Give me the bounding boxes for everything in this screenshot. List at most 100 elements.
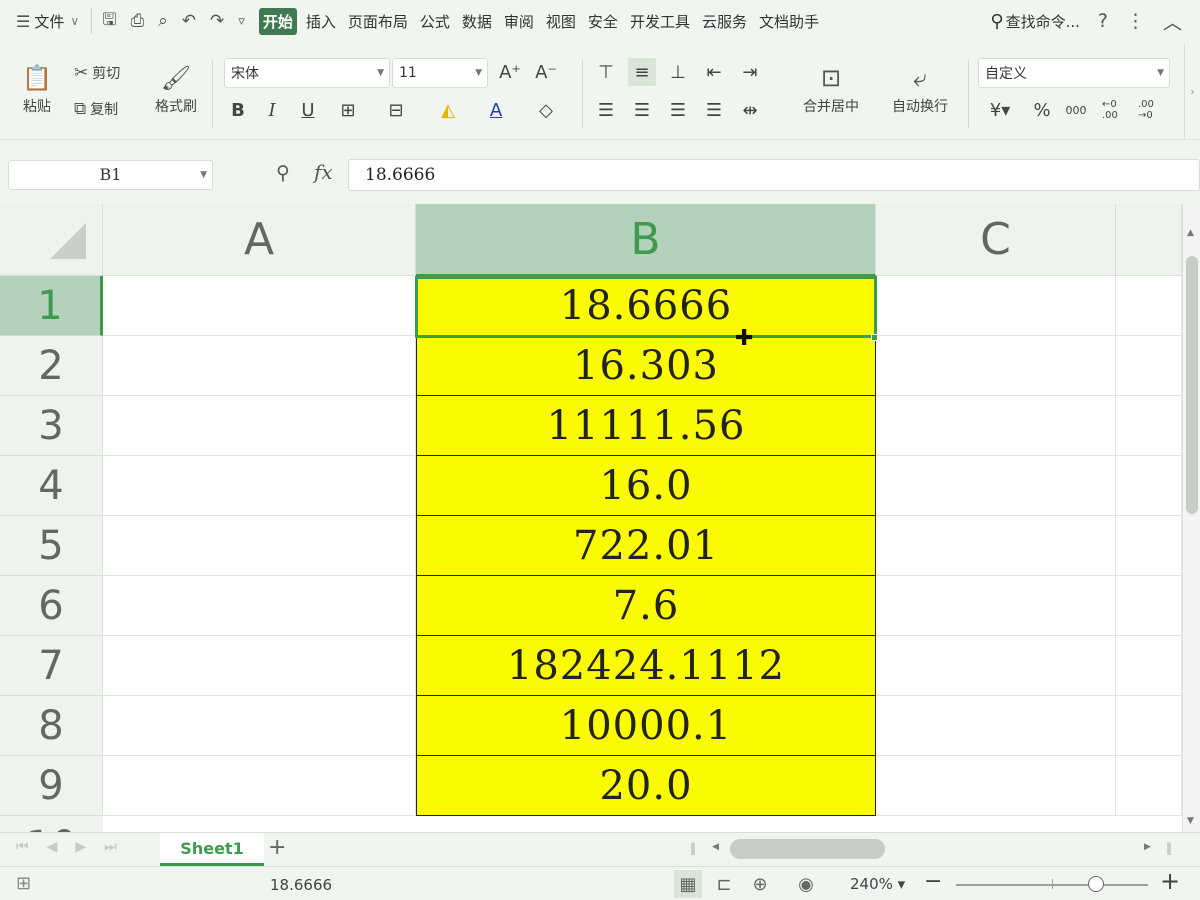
cell-a8[interactable] (103, 696, 416, 756)
cell-a3[interactable] (103, 396, 416, 456)
more-icon[interactable]: ⋮ (1126, 10, 1145, 32)
cell-d6[interactable] (1116, 576, 1182, 636)
row-header-2[interactable]: 2 (0, 336, 103, 396)
thousands-button[interactable]: 000 (1062, 96, 1090, 124)
align-left-icon[interactable]: ☰ (592, 96, 620, 124)
tab-cloud-services[interactable]: 云服务 (699, 9, 750, 34)
percent-button[interactable]: % (1028, 96, 1056, 124)
increase-indent-icon[interactable]: ⇥ (736, 58, 764, 86)
cell-b8[interactable]: 10000.1 (416, 696, 876, 756)
save-icon[interactable]: 🖫 (102, 7, 116, 36)
cell-b2[interactable]: 16.303 (416, 336, 876, 396)
shrink-font-button[interactable]: A⁻ (532, 58, 560, 86)
zoom-lookup-icon[interactable]: ⚲ (276, 162, 290, 184)
format-painter-button[interactable]: 🖌 格式刷 (148, 58, 204, 124)
wrap-text-button[interactable]: ⤶ 自动换行 (880, 58, 960, 124)
tab-developer[interactable]: 开发工具 (627, 9, 693, 34)
next-sheet-icon[interactable]: ▶ (75, 839, 86, 855)
align-bottom-icon[interactable]: ⊥ (664, 58, 692, 86)
clear-format-icon[interactable]: ◇ (532, 96, 560, 124)
cell-c7[interactable] (876, 636, 1116, 696)
copy-button[interactable]: ⧉ 复制 (74, 96, 118, 122)
font-color-icon[interactable]: A (482, 96, 510, 124)
align-top-icon[interactable]: ⊤ (592, 58, 620, 86)
number-format-select[interactable]: 自定义 ▼ (978, 58, 1170, 88)
cell-a9[interactable] (103, 756, 416, 816)
macro-record-icon[interactable]: ⊞ (16, 873, 31, 894)
cell-b6[interactable]: 7.6 (416, 576, 876, 636)
font-name-select[interactable]: 宋体 ▼ (224, 58, 390, 88)
zoom-slider-knob[interactable] (1088, 876, 1104, 892)
distributed-icon[interactable]: ⇹ (736, 96, 764, 124)
cell-a5[interactable] (103, 516, 416, 576)
scroll-right-icon[interactable]: ▶ (1144, 842, 1151, 852)
zoom-in-button[interactable]: + (1160, 867, 1180, 895)
tab-review[interactable]: 审阅 (501, 9, 537, 34)
cell-a6[interactable] (103, 576, 416, 636)
tab-doc-assistant[interactable]: 文档助手 (756, 9, 822, 34)
zoom-level[interactable]: 240% ▾ (850, 875, 905, 893)
cell-d2[interactable] (1116, 336, 1182, 396)
cell-c2[interactable] (876, 336, 1116, 396)
italic-button[interactable]: I (258, 96, 286, 124)
cell-c4[interactable] (876, 456, 1116, 516)
vertical-scroll-thumb[interactable] (1186, 256, 1198, 514)
customize-icon[interactable]: ▿ (238, 14, 245, 29)
column-header-b[interactable]: B (416, 204, 876, 276)
cell-d5[interactable] (1116, 516, 1182, 576)
cell-d3[interactable] (1116, 396, 1182, 456)
file-menu[interactable]: ☰ 文件 ∨ (16, 11, 79, 32)
cell-b7[interactable]: 182424.1112 (416, 636, 876, 696)
row-header-4[interactable]: 4 (0, 456, 103, 516)
print-preview-icon[interactable]: ⌕ (158, 11, 168, 31)
cell-b9[interactable]: 20.0 (416, 756, 876, 816)
tab-data[interactable]: 数据 (459, 9, 495, 34)
fill-color-icon[interactable]: ◭ (434, 96, 462, 124)
select-all-corner[interactable] (0, 204, 103, 276)
vertical-scrollbar[interactable]: ▲ ▼ (1182, 204, 1200, 832)
cell-a2[interactable] (103, 336, 416, 396)
sheet-tab-sheet1[interactable]: Sheet1 (160, 833, 264, 866)
last-sheet-icon[interactable]: ⏭ (104, 839, 117, 855)
row-header-7[interactable]: 7 (0, 636, 103, 696)
collapse-ribbon-icon[interactable]: ︿ (1163, 8, 1182, 35)
borders-icon[interactable]: ⊞ (334, 96, 362, 124)
bold-button[interactable]: B (224, 96, 252, 124)
fx-icon[interactable]: fx (314, 160, 333, 184)
row-header-5[interactable]: 5 (0, 516, 103, 576)
scroll-left-icon[interactable]: ◀ (712, 842, 719, 852)
cell-c3[interactable] (876, 396, 1116, 456)
scrollbar-splitter[interactable]: ‖ (1166, 841, 1172, 855)
scroll-down-icon[interactable]: ▼ (1187, 816, 1194, 826)
help-icon[interactable]: ? (1098, 10, 1108, 32)
redo-icon[interactable]: ↷ (210, 11, 224, 31)
decrease-decimal-button[interactable]: .00 →0 (1138, 96, 1170, 124)
paste-button[interactable]: 📋 粘贴 (8, 58, 66, 124)
cell-d1[interactable] (1116, 276, 1182, 336)
cell-d4[interactable] (1116, 456, 1182, 516)
cell-b5[interactable]: 722.01 (416, 516, 876, 576)
scroll-up-icon[interactable]: ▲ (1187, 228, 1194, 238)
tab-security[interactable]: 安全 (585, 9, 621, 34)
ribbon-scroll-right[interactable]: › (1184, 44, 1200, 140)
page-layout-view-icon[interactable]: ⊕ (746, 870, 774, 898)
cut-button[interactable]: ✂ 剪切 (74, 60, 120, 86)
decrease-indent-icon[interactable]: ⇤ (700, 58, 728, 86)
cell-style-icon[interactable]: ⊟ (382, 96, 410, 124)
formula-input[interactable]: 18.6666 (348, 159, 1200, 191)
column-header-d[interactable] (1116, 204, 1182, 276)
cell-b4[interactable]: 16.0 (416, 456, 876, 516)
cell-c8[interactable] (876, 696, 1116, 756)
tab-formulas[interactable]: 公式 (417, 9, 453, 34)
row-header-6[interactable]: 6 (0, 576, 103, 636)
zoom-out-button[interactable]: − (924, 869, 942, 894)
cell-a4[interactable] (103, 456, 416, 516)
cell-c1[interactable] (876, 276, 1116, 336)
row-header-10[interactable]: 10 (0, 816, 103, 832)
increase-decimal-button[interactable]: ←0 .00 (1102, 96, 1134, 124)
cell-d7[interactable] (1116, 636, 1182, 696)
underline-button[interactable]: U (294, 96, 322, 124)
cell-b1[interactable]: 18.6666 (416, 276, 876, 336)
name-box[interactable]: B1 ▼ (8, 160, 213, 190)
merge-center-button[interactable]: ⊡ 合并居中 (786, 58, 876, 124)
